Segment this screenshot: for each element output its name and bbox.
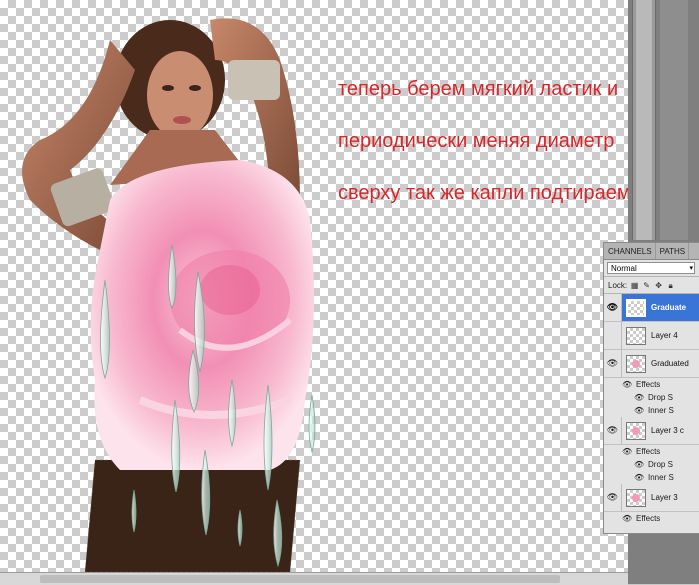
layer-thumbnail — [626, 354, 646, 373]
bracelet-right — [228, 60, 280, 100]
effects-row[interactable]: 👁︎ Effects — [604, 512, 699, 525]
layer-thumbnail — [626, 326, 646, 345]
layer-name: Layer 3 c — [651, 426, 684, 435]
effects-label: Effects — [636, 514, 661, 523]
eye-icon[interactable]: 👁︎ — [604, 294, 622, 321]
effect-name: Inner S — [648, 473, 674, 482]
eye-icon[interactable]: 👁︎ — [604, 484, 622, 511]
blend-mode-value: Normal — [611, 264, 637, 273]
effects-label: Effects — [636, 380, 661, 389]
eye-icon[interactable]: 👁︎ — [634, 393, 644, 402]
caption-line-1: теперь берем мягкий ластик и — [338, 78, 619, 100]
eye-icon[interactable]: 👁︎ — [604, 350, 622, 377]
layer-row[interactable]: Layer 4 — [604, 322, 699, 350]
effect-item[interactable]: 👁︎ Drop S — [604, 458, 699, 471]
instruction-caption: теперь берем мягкий ластик и периодическ… — [338, 50, 628, 232]
tab-paths[interactable]: PATHS — [656, 243, 690, 259]
effect-item[interactable]: 👁︎ Inner S — [604, 471, 699, 484]
layer-name: Layer 3 — [651, 493, 678, 502]
visibility-toggle[interactable] — [604, 322, 622, 349]
effects-row[interactable]: 👁︎ Effects — [604, 378, 699, 391]
panel-dock-strip — [660, 0, 688, 240]
document-canvas[interactable]: теперь берем мягкий ластик и периодическ… — [0, 0, 628, 572]
eye-icon[interactable]: 👁︎ — [622, 380, 632, 389]
blend-mode-select[interactable]: Normal ▾ — [607, 262, 695, 274]
blend-mode-row: Normal ▾ — [604, 260, 699, 277]
eye-icon[interactable]: 👁︎ — [634, 406, 644, 415]
caption-line-2: периодически меняя диаметр — [338, 130, 615, 152]
tab-channels[interactable]: CHANNELS — [604, 243, 656, 259]
layer-row[interactable]: 👁︎ Layer 3 — [604, 484, 699, 512]
layer-name: Graduate — [651, 303, 687, 312]
lock-label: Lock: — [608, 280, 628, 290]
effect-item[interactable]: 👁︎ Inner S — [604, 404, 699, 417]
move-icon[interactable]: ✥ — [654, 281, 663, 290]
layer-thumbnail — [626, 298, 646, 317]
chevron-down-icon: ▾ — [689, 265, 693, 272]
layers-panel: CHANNELS PATHS Normal ▾ Lock: ▦ ✎ ✥ 🔒︎ 👁… — [603, 242, 699, 534]
eye-icon[interactable]: 👁︎ — [604, 417, 622, 444]
panel-tabs: CHANNELS PATHS — [604, 243, 699, 260]
effect-name: Inner S — [648, 406, 674, 415]
eye-icon[interactable]: 👁︎ — [622, 447, 632, 456]
scrollbar-thumb[interactable] — [636, 0, 652, 240]
effects-row[interactable]: 👁︎ Effects — [604, 445, 699, 458]
effect-name: Drop S — [648, 460, 673, 469]
layer-thumbnail — [626, 421, 646, 440]
layer-name: Layer 4 — [651, 331, 678, 340]
horizontal-scrollbar[interactable] — [0, 572, 628, 585]
eye-icon[interactable]: 👁︎ — [634, 473, 644, 482]
effect-item[interactable]: 👁︎ Drop S — [604, 391, 699, 404]
face-shape — [147, 51, 213, 139]
layer-name: Graduated — [651, 359, 689, 368]
effect-name: Drop S — [648, 393, 673, 402]
vertical-scrollbar[interactable] — [632, 0, 656, 240]
caption-line-3: сверху так же капли подтираем. — [338, 182, 628, 204]
eye-icon[interactable]: 👁︎ — [622, 514, 632, 523]
scrollbar-thumb[interactable] — [40, 575, 560, 583]
eye-icon[interactable]: 👁︎ — [634, 460, 644, 469]
layer-row[interactable]: 👁︎ Graduated — [604, 350, 699, 378]
padlock-icon[interactable]: 🔒︎ — [666, 281, 675, 290]
layer-thumbnail — [626, 488, 646, 507]
lock-row: Lock: ▦ ✎ ✥ 🔒︎ — [604, 277, 699, 294]
layer-row[interactable]: 👁︎ Graduate — [604, 294, 699, 322]
checkerboard-lock-icon[interactable]: ▦ — [630, 281, 639, 290]
effects-label: Effects — [636, 447, 661, 456]
brush-icon[interactable]: ✎ — [642, 281, 651, 290]
layer-row[interactable]: 👁︎ Layer 3 c — [604, 417, 699, 445]
